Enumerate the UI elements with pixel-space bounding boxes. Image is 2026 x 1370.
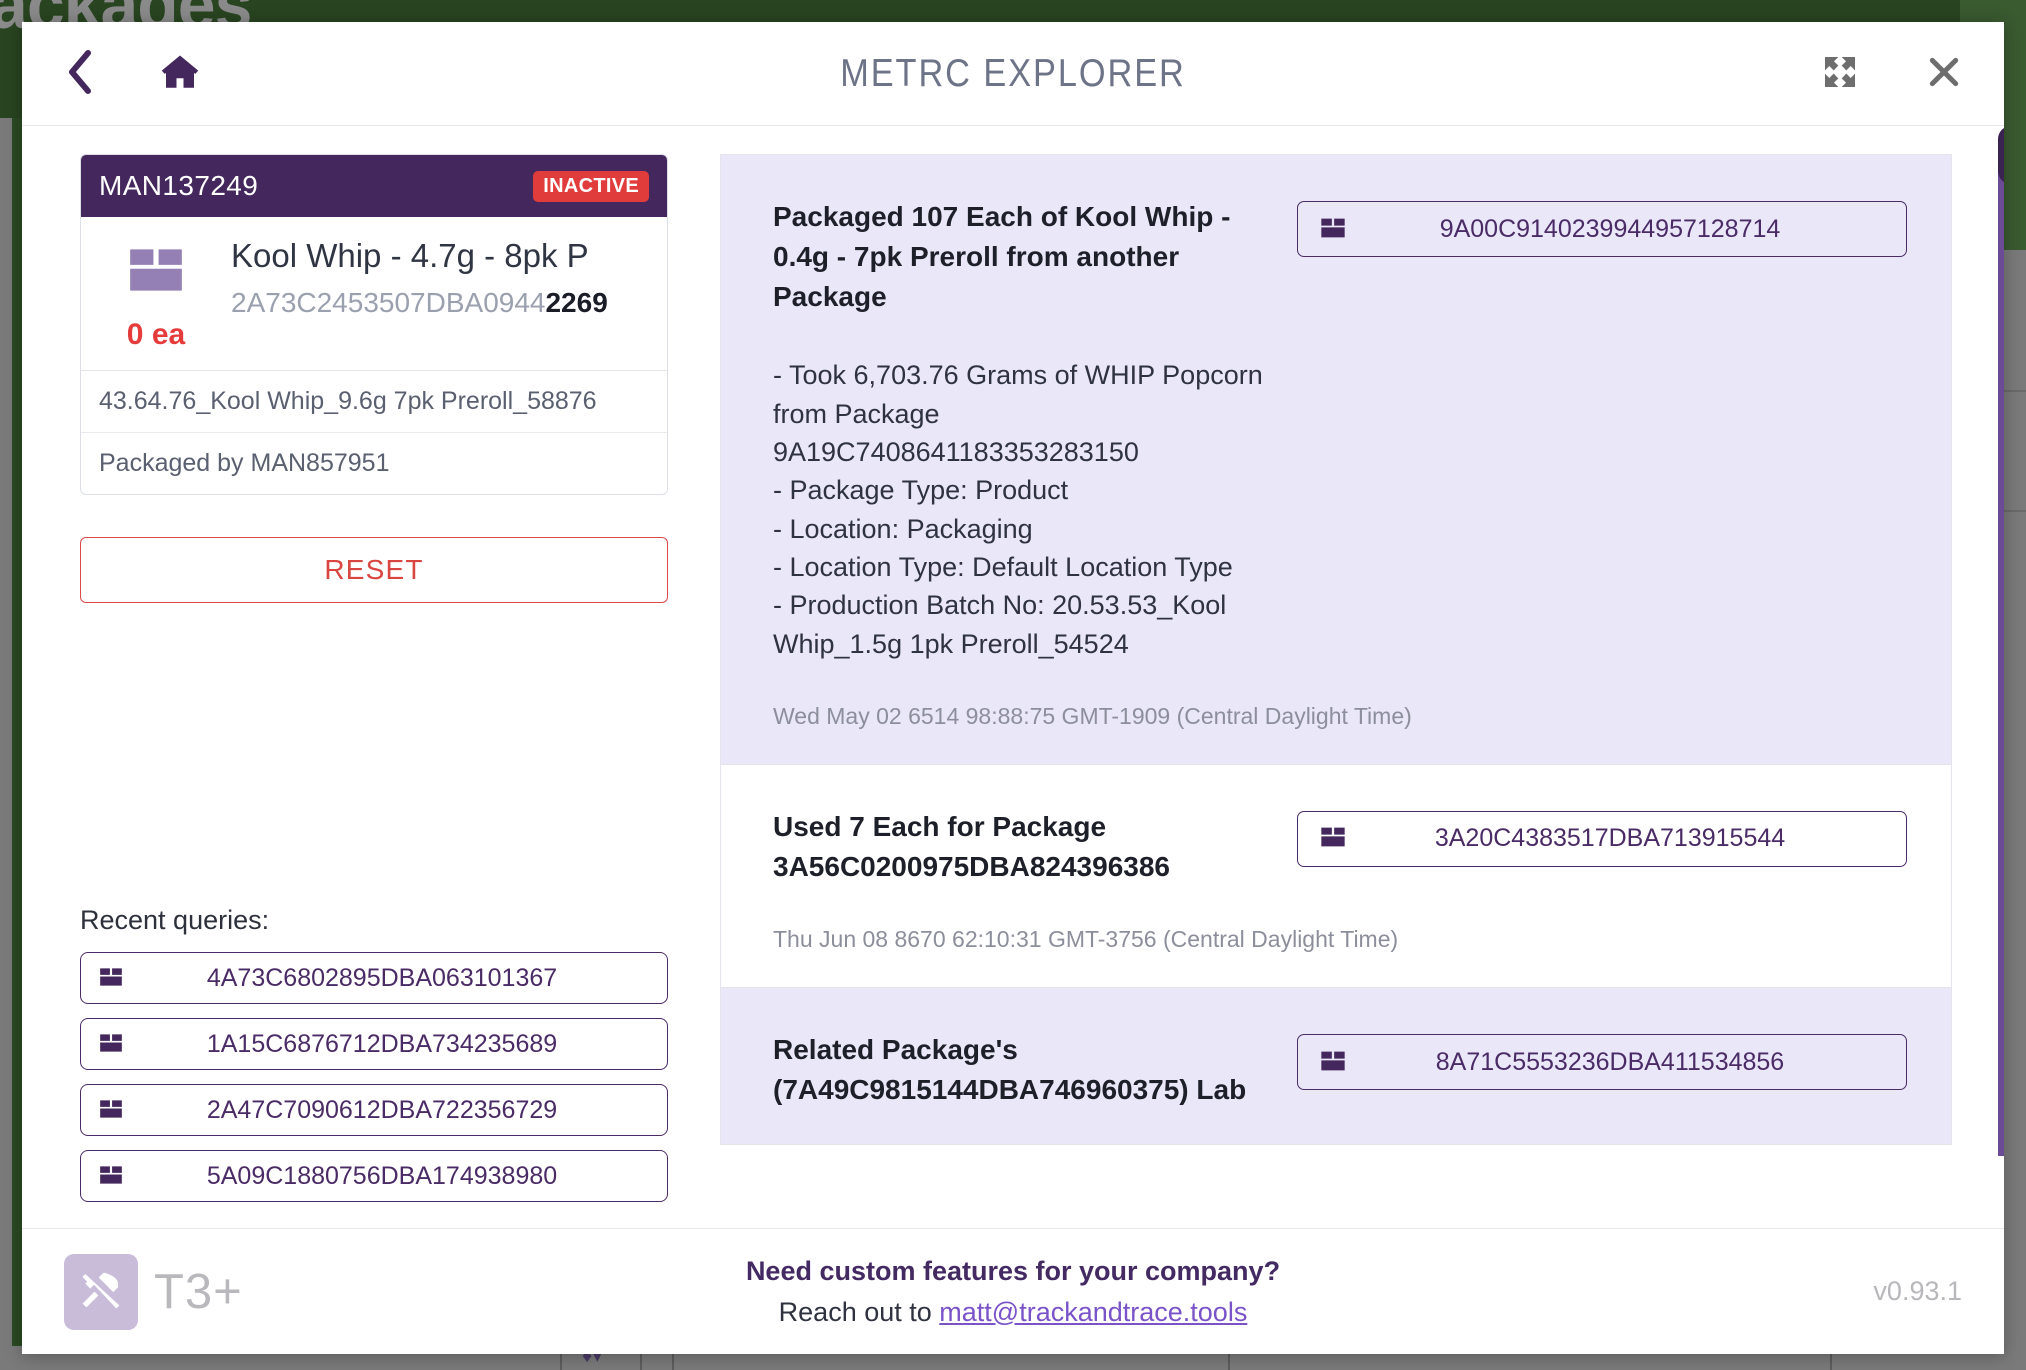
recent-query-item[interactable]: 2A47C7090612DBA722356729 xyxy=(80,1084,668,1136)
recent-query-item[interactable]: 1A15C6876712DBA734235689 xyxy=(80,1018,668,1070)
history-entry-tag-button[interactable]: 9A00C9140239944957128714 xyxy=(1297,201,1907,257)
package-box-icon xyxy=(123,239,189,306)
chevron-left-icon xyxy=(65,48,95,99)
metrc-explorer-modal: METRC EXPLORER MAN137249 INACTIVE xyxy=(22,22,2004,1354)
package-tag-prefix: 2A73C2453507DBA0944 xyxy=(231,287,545,318)
history-panel: Packaged 107 Each of Kool Whip - 0.4g - … xyxy=(682,126,2004,1228)
footer-cta-prefix: Reach out to xyxy=(779,1297,940,1327)
modal-body: MAN137249 INACTIVE 0 ea Kool Whip - 4.7g… xyxy=(22,126,2004,1228)
history-scrollbar-thumb-top[interactable] xyxy=(1998,126,2004,184)
history-entry-date: Thu Jun 08 8670 62:10:31 GMT-3756 (Centr… xyxy=(773,926,1907,953)
package-box-icon xyxy=(97,1030,125,1059)
package-batch-row: 43.64.76_Kool Whip_9.6g 7pk Preroll_5887… xyxy=(81,371,667,432)
close-x-icon xyxy=(1924,52,1964,95)
footer-cta-headline: Need custom features for your company? xyxy=(22,1256,2004,1287)
recent-query-item[interactable]: 4A73C6802895DBA063101367 xyxy=(80,952,668,1004)
package-box-icon xyxy=(1318,214,1348,245)
footer-cta: Need custom features for your company? R… xyxy=(22,1256,2004,1328)
package-card-body: 0 ea Kool Whip - 4.7g - 8pk P 2A73C24535… xyxy=(81,217,667,371)
left-panel: MAN137249 INACTIVE 0 ea Kool Whip - 4.7g… xyxy=(22,126,682,1228)
history-entry: Packaged 107 Each of Kool Whip - 0.4g - … xyxy=(721,155,1951,765)
recent-query-label: 5A09C1880756DBA174938980 xyxy=(125,1162,639,1191)
history-entry-tag-button[interactable]: 8A71C5553236DBA411534856 xyxy=(1297,1034,1907,1090)
package-thumbnail: 0 ea xyxy=(81,233,231,352)
history-entry-tag-label: 9A00C9140239944957128714 xyxy=(1348,215,1872,244)
recent-query-label: 2A47C7090612DBA722356729 xyxy=(125,1096,639,1125)
history-list: Packaged 107 Each of Kool Whip - 0.4g - … xyxy=(720,154,1952,1145)
close-button[interactable] xyxy=(1922,52,1966,96)
recent-query-label: 1A15C6876712DBA734235689 xyxy=(125,1030,639,1059)
package-tag-suffix: 2269 xyxy=(545,287,607,318)
recent-queries-list: 4A73C6802895DBA063101367 1A15C6876712DBA7… xyxy=(80,952,682,1202)
history-entry-tag-label: 8A71C5553236DBA411534856 xyxy=(1348,1048,1872,1077)
modal-footer: T3+ Need custom features for your compan… xyxy=(22,1228,2004,1354)
history-scrollbar-thumb[interactable] xyxy=(1998,156,2004,1156)
package-license: MAN137249 xyxy=(99,170,258,202)
contact-email-link[interactable]: matt@trackandtrace.tools xyxy=(939,1297,1247,1327)
package-box-icon xyxy=(97,1096,125,1125)
recent-query-item[interactable]: 5A09C1880756DBA174938980 xyxy=(80,1150,668,1202)
background-left-strip xyxy=(0,118,12,1370)
history-entry-title: Packaged 107 Each of Kool Whip - 0.4g - … xyxy=(773,197,1281,316)
package-box-icon xyxy=(1318,1047,1348,1078)
history-entry-title: Used 7 Each for Package 3A56C0200975DBA8… xyxy=(773,807,1281,887)
page-title: METRC EXPLORER xyxy=(141,52,1885,96)
package-quantity: 0 ea xyxy=(127,318,185,352)
footer-cta-subline: Reach out to matt@trackandtrace.tools xyxy=(22,1297,2004,1328)
history-entry-tag-button[interactable]: 3A20C4383517DBA713915544 xyxy=(1297,811,1907,867)
history-entry-tag-label: 3A20C4383517DBA713915544 xyxy=(1348,824,1872,853)
package-box-icon xyxy=(97,964,125,993)
status-badge: INACTIVE xyxy=(533,171,649,202)
package-box-icon xyxy=(97,1162,125,1191)
package-card: MAN137249 INACTIVE 0 ea Kool Whip - 4.7g… xyxy=(80,154,668,495)
package-item-name: Kool Whip - 4.7g - 8pk P xyxy=(231,237,667,275)
package-packaged-by-row: Packaged by MAN857951 xyxy=(81,432,667,494)
back-button[interactable] xyxy=(52,46,108,102)
package-box-icon xyxy=(1318,823,1348,854)
history-entry-body: - Took 6,703.76 Grams of WHIP Popcorn fr… xyxy=(773,356,1281,663)
package-info: Kool Whip - 4.7g - 8pk P 2A73C2453507DBA… xyxy=(231,233,667,319)
modal-titlebar: METRC EXPLORER xyxy=(22,22,2004,126)
recent-query-label: 4A73C6802895DBA063101367 xyxy=(125,964,639,993)
package-card-header: MAN137249 INACTIVE xyxy=(81,155,667,217)
history-entry: Related Package's (7A49C9815144DBA746960… xyxy=(721,988,1951,1145)
recent-queries-section: Recent queries: 4A73C6802895DBA063101367… xyxy=(80,905,682,1228)
reset-button[interactable]: RESET xyxy=(80,537,668,603)
history-entry: Used 7 Each for Package 3A56C0200975DBA8… xyxy=(721,765,1951,989)
package-tag-number: 2A73C2453507DBA09442269 xyxy=(231,287,667,319)
history-entry-date: Wed May 02 6514 98:88:75 GMT-1909 (Centr… xyxy=(773,703,1907,730)
history-scrollbar[interactable] xyxy=(1998,126,2004,1228)
history-entry-title: Related Package's (7A49C9815144DBA746960… xyxy=(773,1030,1281,1110)
recent-queries-label: Recent queries: xyxy=(80,905,682,936)
